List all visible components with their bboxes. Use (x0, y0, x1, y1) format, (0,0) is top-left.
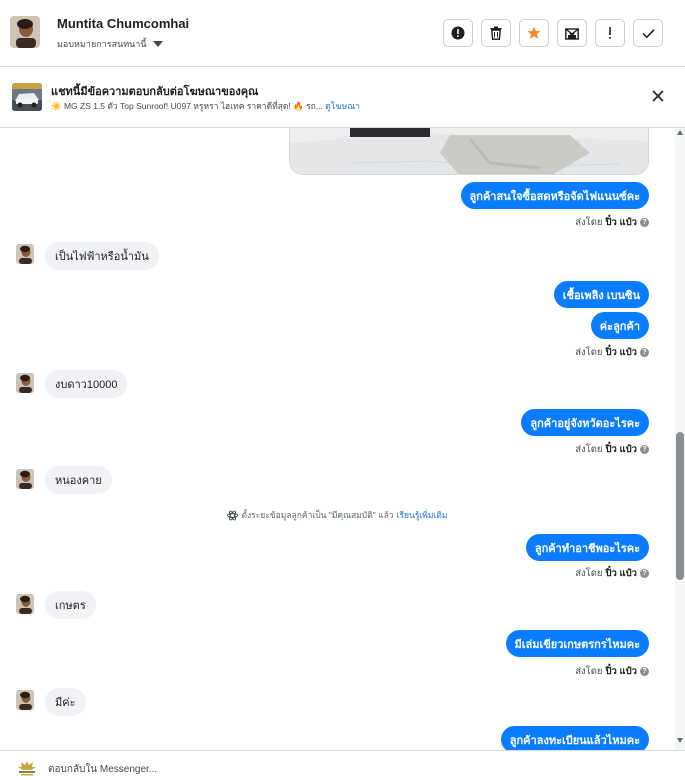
sent-by-agent[interactable]: ปิ๋ว แป๋ว (606, 345, 638, 360)
system-note: ตั้งระยะข้อมูลลูกค้าเป็น "มีคุณสมบัติ" แ… (0, 508, 675, 522)
outgoing-message[interactable]: ลูกค้าลงทะเบียนแล้วไหมคะ (500, 726, 649, 750)
help-icon[interactable]: ? (640, 445, 649, 454)
help-icon[interactable]: ? (640, 569, 649, 578)
customer-name[interactable]: Muntita Chumcomhai (57, 16, 189, 31)
help-icon[interactable]: ? (640, 667, 649, 676)
banner-title: แชทนี้มีข้อความตอบกลับต่อโฆษณาของคุณ (51, 86, 259, 98)
reply-input[interactable] (48, 751, 648, 780)
learn-more-link[interactable]: เรียนรู้เพิ่มเติม (397, 508, 448, 522)
sent-by-agent[interactable]: ปิ๋ว แป๋ว (606, 442, 638, 457)
incoming-message[interactable]: มีค่ะ (45, 688, 86, 716)
sent-by-label: ส่งโดย ปิ๋ว แป๋ว ? (575, 664, 649, 679)
sent-by-prefix: ส่งโดย (575, 217, 603, 228)
sent-by-prefix: ส่งโดย (575, 568, 603, 579)
customer-avatar-small[interactable] (16, 690, 34, 710)
customer-avatar-small[interactable] (16, 594, 34, 614)
scroll-up-arrow-icon[interactable] (677, 130, 683, 135)
outgoing-message[interactable]: ลูกค้าอยู่จังหวัดอะไรคะ (521, 409, 649, 436)
check-icon (641, 28, 655, 38)
incoming-message[interactable]: เป็นไฟฟ้าหรือน้ำมัน (45, 242, 159, 270)
trash-icon (490, 26, 502, 40)
system-note-text: ตั้งระยะข้อมูลลูกค้าเป็น "มีคุณสมบัติ" แ… (241, 510, 394, 520)
ad-headline: ☀️ MG ZS 1.5 ตัว Top Sunroof! U097 หรูหร… (51, 101, 323, 111)
sent-by-label: ส่งโดย ปิ๋ว แป๋ว ? (575, 215, 649, 230)
alert-circle-icon (451, 26, 465, 40)
message-thread[interactable]: ลูกค้าสนใจซื้อสดหรือจัดไฟแนนซ์คะ ส่งโดย … (0, 128, 675, 750)
close-banner-button[interactable] (651, 89, 665, 103)
sent-by-label: ส่งโดย ปิ๋ว แป๋ว ? (575, 566, 649, 581)
conversation-header: Muntita Chumcomhai มอบหมายการสนทนานี้ (0, 0, 685, 67)
caret-down-icon (152, 41, 163, 47)
outgoing-message[interactable]: มีเล่มเขียวเกษตรกรไหมคะ (505, 630, 649, 657)
view-ad-link[interactable]: ดูโฆษณา (325, 101, 360, 111)
outgoing-message[interactable]: ลูกค้าสนใจซื้อสดหรือจัดไฟแนนซ์คะ (460, 182, 649, 209)
help-icon[interactable]: ? (640, 348, 649, 357)
star-button[interactable] (519, 19, 549, 47)
star-icon (527, 26, 541, 39)
envelope-x-icon (565, 27, 579, 40)
sent-by-label: ส่งโดย ปิ๋ว แป๋ว ? (575, 345, 649, 360)
outgoing-message[interactable]: ลูกค้าทำอาชีพอะไรคะ (525, 534, 649, 561)
ad-thumbnail[interactable] (12, 83, 42, 111)
sent-by-label: ส่งโดย ปิ๋ว แป๋ว ? (575, 442, 649, 457)
exclamation-icon (609, 27, 611, 39)
scrollbar-thumb[interactable] (676, 432, 684, 580)
customer-avatar-small[interactable] (16, 244, 34, 264)
scroll-down-arrow-icon[interactable] (677, 738, 683, 743)
customer-avatar[interactable] (10, 16, 40, 48)
sent-by-prefix: ส่งโดย (575, 666, 603, 677)
incoming-message[interactable]: งบดาว10000 (45, 370, 128, 398)
page-logo-icon (16, 759, 38, 777)
sent-by-agent[interactable]: ปิ๋ว แป๋ว (606, 215, 638, 230)
customer-avatar-small[interactable] (16, 373, 34, 393)
incoming-message[interactable]: หนองคาย (45, 466, 112, 494)
done-button[interactable] (633, 19, 663, 47)
header-actions (443, 19, 663, 47)
sent-by-agent[interactable]: ปิ๋ว แป๋ว (606, 664, 638, 679)
atom-icon (227, 510, 239, 520)
help-icon[interactable]: ? (640, 218, 649, 227)
close-icon (652, 90, 664, 102)
banner-ad-text: ☀️ MG ZS 1.5 ตัว Top Sunroof! U097 หรูหร… (51, 99, 360, 113)
sent-by-prefix: ส่งโดย (575, 444, 603, 455)
follow-up-button[interactable] (595, 19, 625, 47)
spam-alert-button[interactable] (443, 19, 473, 47)
sent-by-prefix: ส่งโดย (575, 347, 603, 358)
outgoing-message[interactable]: เชื้อเพลิง เบนซิน (553, 281, 649, 308)
mark-unread-button[interactable] (557, 19, 587, 47)
assign-conversation-dropdown[interactable]: มอบหมายการสนทนานี้ (57, 37, 163, 51)
customer-avatar-small[interactable] (16, 469, 34, 489)
image-attachment[interactable] (289, 128, 649, 175)
incoming-message[interactable]: เกษตร (45, 591, 96, 619)
sent-by-agent[interactable]: ปิ๋ว แป๋ว (606, 566, 638, 581)
assign-label: มอบหมายการสนทนานี้ (57, 39, 147, 49)
delete-button[interactable] (481, 19, 511, 47)
ad-reply-banner: แชทนี้มีข้อความตอบกลับต่อโฆษณาของคุณ ☀️ … (0, 67, 685, 128)
reply-composer (0, 750, 685, 780)
outgoing-message[interactable]: ค่ะลูกค้า (590, 312, 649, 339)
